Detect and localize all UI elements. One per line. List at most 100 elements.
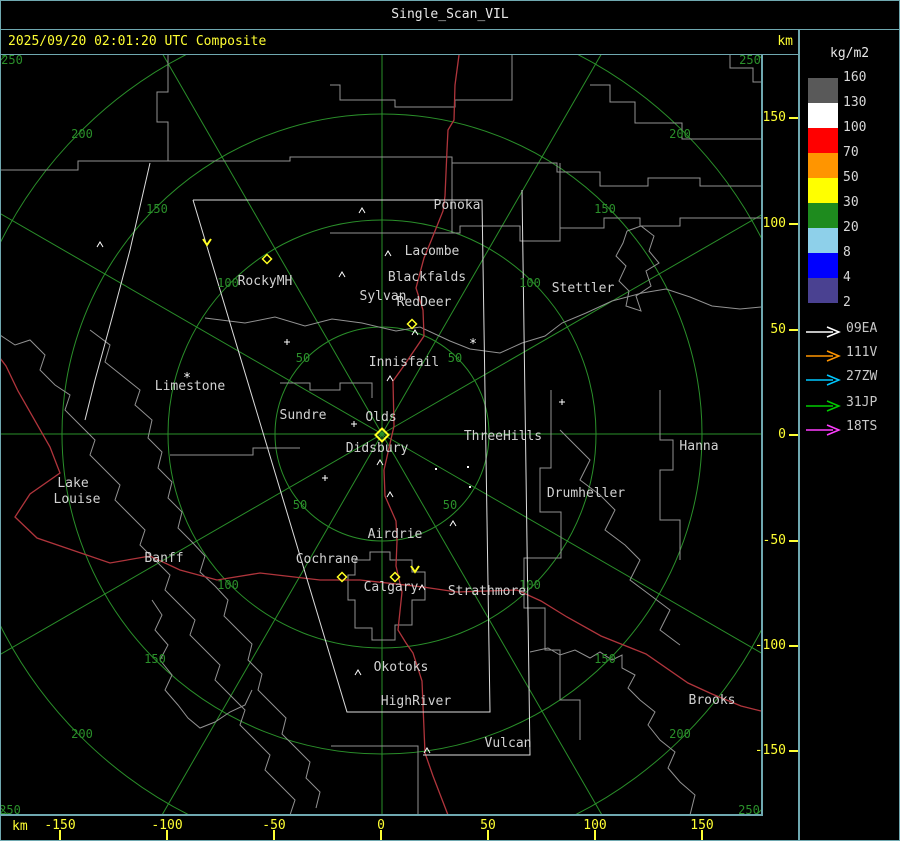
ring-distance-label: 200 — [669, 127, 691, 141]
ring-distance-label: 150 — [144, 652, 166, 666]
station-arrow-icon — [805, 421, 843, 440]
station-label: 31JP — [846, 395, 878, 410]
panel-divider — [798, 30, 800, 841]
town-plus-marker — [322, 475, 328, 481]
bottom-axis-tick — [273, 830, 275, 840]
header-divider — [0, 54, 799, 55]
city-label: Vulcan — [485, 736, 532, 751]
map-border-right — [761, 54, 763, 815]
bottom-axis-tick — [380, 830, 382, 840]
city-label: Airdrie — [368, 527, 423, 542]
right-axis-tick-label: 100 — [762, 216, 786, 231]
ring-distance-label: 50 — [293, 498, 307, 512]
window-border-left — [0, 0, 1, 841]
map-border-bottom — [0, 814, 763, 816]
station-arrow-icon — [805, 323, 843, 342]
colorbar-swatch — [808, 253, 838, 278]
bottom-axis-tick — [594, 830, 596, 840]
ring-distance-label: 100 — [217, 578, 239, 592]
city-label: Sundre — [280, 408, 327, 423]
town-caret-marker — [384, 250, 392, 257]
ring-distance-label: 50 — [448, 351, 462, 365]
colorbar-value: 160 — [843, 70, 867, 85]
bottom-axis-tick — [59, 830, 61, 840]
station-label: 18TS — [846, 419, 878, 434]
town-caret-marker — [96, 241, 104, 248]
bottom-axis-tick — [701, 830, 703, 840]
bottom-axis-unit-label: km — [12, 819, 28, 834]
ring-distance-label: 150 — [146, 202, 168, 216]
county-boundary-line — [330, 55, 513, 108]
county-boundary-line — [559, 429, 681, 646]
colorbar-value: 8 — [843, 245, 851, 260]
right-axis-tick-label: 0 — [778, 427, 786, 442]
county-boundary-line — [331, 745, 419, 815]
county-boundary-line — [659, 390, 681, 560]
colorbar-value: 4 — [843, 270, 851, 285]
city-label: Brooks — [689, 693, 736, 708]
city-label: Lake — [57, 476, 88, 491]
ring-distance-label: 50 — [443, 498, 457, 512]
county-boundary-line — [0, 156, 761, 187]
ring-distance-label: 250 — [739, 55, 761, 67]
bottom-axis-tick — [166, 830, 168, 840]
ring-distance-label: 100 — [217, 276, 239, 290]
titlebar-divider — [0, 29, 900, 30]
town-dot-marker — [467, 466, 469, 468]
city-label: Louise — [54, 492, 101, 507]
colorbar-swatch — [808, 228, 838, 253]
coverage-boundary — [84, 162, 151, 421]
city-label: Okotoks — [374, 660, 429, 675]
window-title: Single_Scan_VIL — [391, 7, 509, 22]
ring-distance-label: 100 — [519, 276, 541, 290]
city-label: Didsbury — [346, 441, 409, 456]
city-label: RedDeer — [397, 295, 452, 310]
radial-line — [161, 433, 383, 815]
timestamp-label: 2025/09/20 02:01:20 UTC Composite — [8, 34, 267, 49]
town-dot-marker — [435, 468, 437, 470]
colorbar-swatch — [808, 153, 838, 178]
county-boundary-line — [170, 447, 300, 456]
colorbar-value: 30 — [843, 195, 859, 210]
right-axis-tick-label: -150 — [754, 743, 786, 758]
colorbar-value: 50 — [843, 170, 859, 185]
ring-distance-label: 50 — [296, 351, 310, 365]
ring-distance-label: 200 — [669, 727, 691, 741]
right-axis-tick-label: 50 — [770, 322, 786, 337]
county-boundary-line — [204, 288, 761, 354]
ring-distance-label: 200 — [71, 127, 93, 141]
city-label: Banff — [144, 551, 183, 566]
radar-map-canvas[interactable]: 50 5050 50100 100100 100150 150150 150200 20020… — [0, 55, 761, 815]
town-plus-marker — [351, 421, 357, 427]
colorbar-value: 20 — [843, 220, 859, 235]
city-label: Lacombe — [405, 244, 460, 259]
county-boundary-line — [330, 217, 761, 242]
radar-site-arrow-icon — [202, 238, 212, 247]
station-arrow-icon — [805, 347, 843, 366]
city-label: Blackfalds — [388, 270, 466, 285]
app-window: Single_Scan_VIL 2025/09/20 02:01:20 UTC … — [0, 0, 900, 841]
colorbar-swatch — [808, 203, 838, 228]
town-caret-marker — [358, 207, 366, 214]
city-label: Hanna — [679, 439, 718, 454]
colorbar-unit-label: kg/m2 — [830, 46, 870, 61]
colorbar-swatch — [808, 178, 838, 203]
bottom-axis-tick — [487, 830, 489, 840]
county-boundary-line — [156, 55, 169, 161]
city-label: RockyMH — [238, 274, 293, 289]
right-axis-tick-label: -50 — [762, 533, 786, 548]
town-dot-marker — [469, 486, 471, 488]
colorbar-value: 130 — [843, 95, 867, 110]
town-caret-marker — [386, 491, 394, 498]
radar-site-diamond-icon — [406, 318, 418, 330]
ring-distance-label: 150 — [594, 652, 616, 666]
ring-distance-label: 200 — [71, 727, 93, 741]
ring-distance-label: 250 — [1, 55, 23, 67]
ring-distance-label: 150 — [594, 202, 616, 216]
city-label: HighRiver — [381, 694, 452, 709]
colorbar-swatch — [808, 78, 838, 103]
right-axis-unit-label: km — [777, 34, 793, 49]
right-axis-tick-label: 150 — [762, 110, 786, 125]
county-boundary-line — [280, 382, 373, 398]
city-label: Limestone — [155, 379, 226, 394]
